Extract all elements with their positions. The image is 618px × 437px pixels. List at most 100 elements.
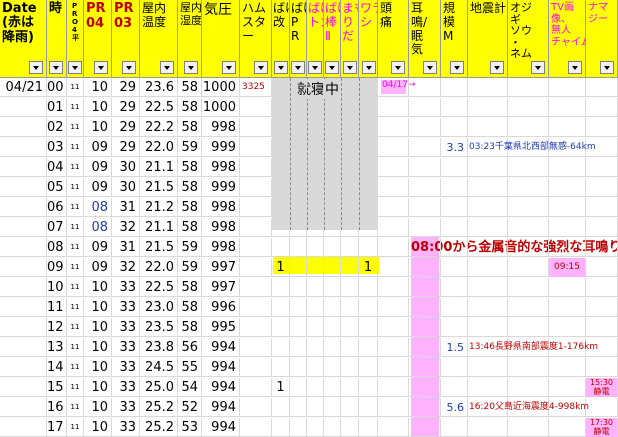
hamster-cell[interactable] [240, 358, 272, 377]
tv-cell[interactable] [549, 158, 586, 177]
pr04-cell[interactable]: 10 [84, 358, 112, 377]
ojigi-cell[interactable] [508, 358, 549, 377]
tv-cell[interactable] [549, 318, 586, 337]
bake-kai-cell[interactable] [272, 278, 290, 297]
indoor-humidity-cell[interactable]: 58 [178, 78, 202, 97]
bake-pr-cell[interactable] [290, 118, 307, 137]
pr04-cell[interactable]: 10 [84, 118, 112, 137]
tinnitus-cell[interactable] [409, 358, 441, 377]
date-cell[interactable] [0, 218, 47, 237]
indoor-humidity-cell[interactable]: 58 [178, 158, 202, 177]
indoor-humidity-cell[interactable]: 59 [178, 258, 202, 277]
pressure-cell[interactable]: 995 [202, 318, 240, 337]
indoor-temp-cell[interactable]: 23.5 [140, 318, 178, 337]
hamster-cell[interactable] [240, 378, 272, 397]
bake-kai-cell[interactable] [272, 298, 290, 317]
magnitude-cell[interactable] [441, 98, 468, 117]
indoor-humidity-cell[interactable]: 56 [178, 338, 202, 357]
tv-cell[interactable] [549, 198, 586, 217]
pr04-cell[interactable]: 10 [84, 278, 112, 297]
mamori-cell[interactable] [341, 298, 359, 317]
bake-pr-cell[interactable] [290, 78, 307, 97]
namazu-cell[interactable] [586, 98, 618, 117]
magnitude-cell[interactable] [441, 158, 468, 177]
warashi-cell[interactable] [359, 78, 378, 97]
quake-cell[interactable]: 03:23千葉県北西部無感-64km [468, 138, 596, 157]
warashi-cell[interactable] [359, 138, 378, 157]
bake-kai-cell[interactable] [272, 158, 290, 177]
bake-pr-cell[interactable] [290, 398, 307, 417]
pro4-cell[interactable]: 11 [67, 238, 84, 257]
bake-kai-cell[interactable] [272, 78, 290, 97]
bake-tka-cell[interactable] [307, 238, 324, 257]
headache-cell[interactable] [378, 418, 409, 437]
indoor-humidity-cell[interactable]: 59 [178, 238, 202, 257]
tv-cell[interactable] [549, 278, 586, 297]
filter-dropdown-button[interactable] [362, 61, 376, 74]
pro4-cell[interactable]: 11 [67, 358, 84, 377]
tv-cell[interactable] [549, 178, 586, 197]
magnitude-cell[interactable] [441, 278, 468, 297]
bake-hata-cell[interactable] [324, 198, 341, 217]
pro4-cell[interactable]: 11 [67, 158, 84, 177]
warashi-cell[interactable] [359, 178, 378, 197]
headache-cell[interactable] [378, 278, 409, 297]
tinnitus-cell[interactable] [409, 78, 441, 97]
pressure-cell[interactable]: 998 [202, 158, 240, 177]
namazu-cell[interactable]: 17:30 静電 [586, 418, 618, 437]
bake-hata-cell[interactable] [324, 78, 341, 97]
tinnitus-cell[interactable] [409, 198, 441, 217]
pr04-cell[interactable]: 10 [84, 338, 112, 357]
hour-cell[interactable]: 04 [47, 158, 67, 177]
indoor-humidity-cell[interactable]: 58 [178, 318, 202, 337]
namazu-cell[interactable] [586, 358, 618, 377]
quake-cell[interactable] [468, 318, 508, 337]
bake-tka-cell[interactable] [307, 398, 324, 417]
pro4-cell[interactable]: 11 [67, 178, 84, 197]
tv-cell[interactable] [549, 118, 586, 137]
date-cell[interactable] [0, 238, 47, 257]
filter-dropdown-button[interactable] [291, 61, 305, 74]
bake-hata-cell[interactable] [324, 278, 341, 297]
ojigi-cell[interactable] [508, 378, 549, 397]
bake-tka-cell[interactable] [307, 258, 324, 277]
filter-dropdown-button[interactable] [122, 61, 136, 74]
bake-hata-cell[interactable] [324, 98, 341, 117]
pr03-cell[interactable]: 33 [112, 398, 140, 417]
indoor-humidity-cell[interactable]: 52 [178, 398, 202, 417]
magnitude-cell[interactable] [441, 178, 468, 197]
namazu-cell[interactable] [586, 158, 618, 177]
mamori-cell[interactable] [341, 138, 359, 157]
headache-cell[interactable] [378, 118, 409, 137]
ojigi-cell[interactable] [508, 78, 549, 97]
indoor-temp-cell[interactable]: 21.5 [140, 238, 178, 257]
tinnitus-cell[interactable] [409, 278, 441, 297]
bake-kai-cell[interactable] [272, 118, 290, 137]
indoor-humidity-cell[interactable]: 58 [178, 218, 202, 237]
pr03-cell[interactable]: 31 [112, 198, 140, 217]
mamori-cell[interactable] [341, 78, 359, 97]
magnitude-cell[interactable] [441, 378, 468, 397]
bake-kai-cell[interactable] [272, 398, 290, 417]
magnitude-cell[interactable] [441, 198, 468, 217]
indoor-temp-cell[interactable]: 25.2 [140, 418, 178, 437]
warashi-cell[interactable] [359, 278, 378, 297]
date-cell[interactable] [0, 158, 47, 177]
pr03-cell[interactable]: 32 [112, 218, 140, 237]
tv-cell[interactable] [549, 378, 586, 397]
pressure-cell[interactable]: 998 [202, 198, 240, 217]
headache-cell[interactable] [378, 398, 409, 417]
pr04-cell[interactable]: 09 [84, 178, 112, 197]
headache-cell[interactable] [378, 178, 409, 197]
pr03-cell[interactable]: 29 [112, 138, 140, 157]
indoor-humidity-cell[interactable]: 55 [178, 358, 202, 377]
pro4-cell[interactable]: 11 [67, 298, 84, 317]
pr04-cell[interactable]: 10 [84, 98, 112, 117]
filter-dropdown-button[interactable] [29, 61, 43, 74]
hour-cell[interactable]: 09 [47, 258, 67, 277]
quake-cell[interactable]: 13:46長野県南部震度1-176km [468, 338, 598, 357]
magnitude-cell[interactable] [441, 418, 468, 437]
pr04-cell[interactable]: 10 [84, 398, 112, 417]
bake-tka-cell[interactable] [307, 158, 324, 177]
hour-cell[interactable]: 08 [47, 238, 67, 257]
